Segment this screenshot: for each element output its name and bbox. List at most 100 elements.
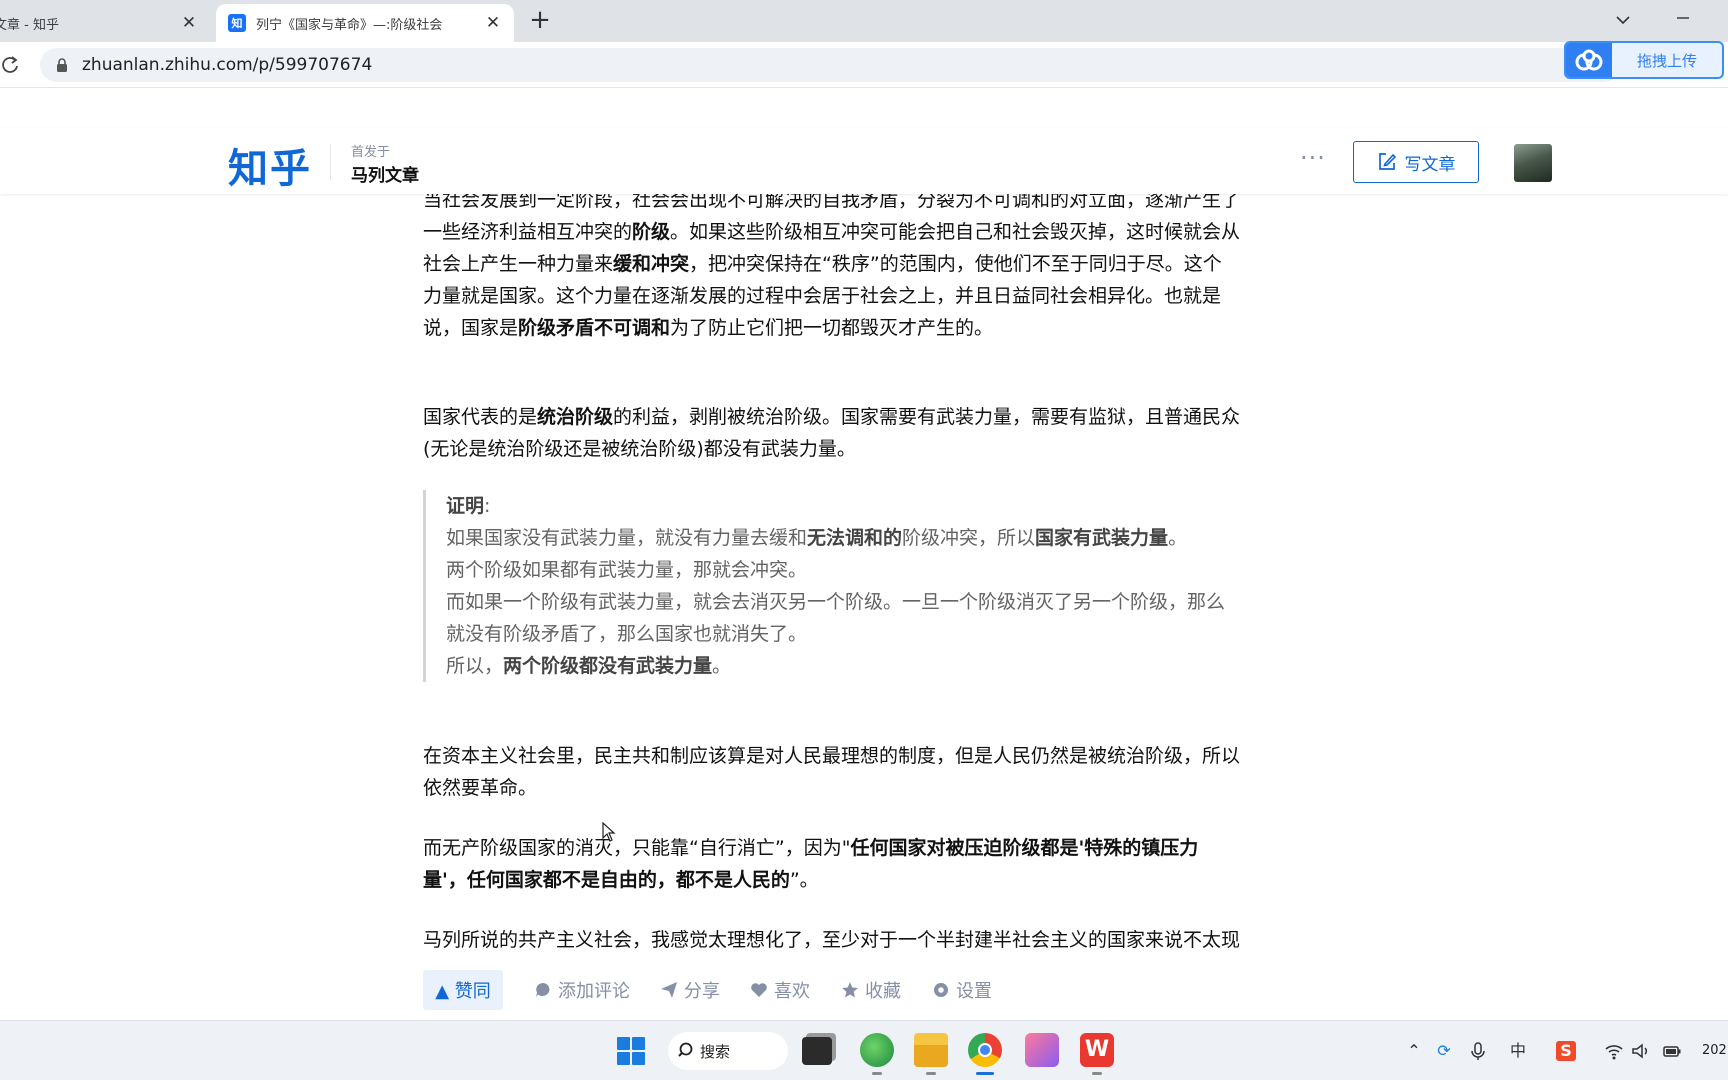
windows-taskbar: 搜索 W ⌃ ⟳ 中 S 202 [0, 1020, 1728, 1080]
more-options-icon[interactable]: ··· [1300, 144, 1326, 172]
sogou-ime-icon[interactable]: S [1556, 1041, 1576, 1061]
text-line: 国家代表的是统治阶级的利益，剥削被统治阶级。国家需要有武装力量，需要有监狱，且普… [423, 401, 1240, 433]
text-span: 的利益，剥削被统治阶级。国家需要有武装力量，需要有监狱，且普通民众 [613, 406, 1241, 428]
paragraph-state-origin: 当社会发展到一定阶段，社会会出现不可解决的自我矛盾，分裂为不可调和的对立面，逐渐… [423, 184, 1240, 344]
search-label: 搜索 [700, 1042, 731, 1061]
bold-text: 两个阶级都没有武装力量 [503, 655, 713, 677]
text-span: 为了防止它们把一切都毁灭才产生的。 [670, 317, 994, 339]
browser-tab-strip: 文章 - 知乎 ✕ 知 列宁《国家与革命》—:阶级社会 ✕ + [0, 0, 1728, 42]
text-line: 说，国家是阶级矛盾不可调和为了防止它们把一切都毁灭才产生的。 [423, 312, 1240, 344]
running-indicator [872, 1072, 882, 1075]
sync-icon[interactable]: ⟳ [1434, 1041, 1454, 1061]
bold-text: 阶级矛盾不可调和 [518, 317, 671, 339]
close-icon[interactable]: ✕ [482, 12, 504, 34]
text-line: 一些经济利益相互冲突的阶级。如果这些阶级相互冲突可能会把自己和社会毁灭掉，这时候… [423, 216, 1240, 248]
bold-text: 无法调和的 [807, 527, 903, 549]
user-avatar[interactable] [1514, 144, 1552, 182]
zhihu-favicon-icon: 知 [228, 14, 246, 32]
settings-label: 设置 [956, 981, 992, 1002]
text-line: (无论是统治阶级还是被统治阶级)都没有武装力量。 [423, 438, 856, 460]
zhihu-logo[interactable]: 知乎 [228, 136, 312, 194]
add-comment-button[interactable]: 添加评论 [534, 970, 630, 1010]
text-line: 力量就是国家。这个力量在逐渐发展的过程中会居于社会之上，并且日益同社会相异化。也… [423, 285, 1222, 307]
settings-button[interactable]: 设置 [932, 970, 992, 1010]
wps-office-icon[interactable]: W [1080, 1033, 1114, 1075]
tab-title: 列宁《国家与革命》—:阶级社会 [256, 17, 443, 33]
published-in-label: 首发于 [351, 145, 391, 160]
new-tab-plus-icon[interactable]: + [528, 7, 552, 34]
tab-current-article[interactable]: 知 列宁《国家与革命》—:阶级社会 ✕ [216, 4, 514, 42]
taskbar-search[interactable]: 搜索 [668, 1032, 788, 1070]
minimize-icon[interactable] [1672, 8, 1694, 28]
share-label: 分享 [684, 981, 720, 1002]
running-indicator [1092, 1072, 1102, 1075]
text-span: 。 [712, 655, 732, 677]
add-comment-label: 添加评论 [558, 981, 630, 1002]
text-span: : [484, 495, 491, 517]
browser-toolbar: zhuanlan.zhihu.com/p/599707674 [0, 42, 1728, 88]
collect-label: 收藏 [865, 981, 901, 1002]
extension-label: 拖拽上传 [1636, 51, 1697, 70]
address-bar[interactable]: zhuanlan.zhihu.com/p/599707674 [40, 48, 1620, 82]
text-span: 所以， [446, 655, 504, 677]
write-article-label: 写文章 [1404, 154, 1456, 175]
upvote-label: ▲ 赞同 [435, 981, 491, 1002]
text-span: ”。 [789, 869, 819, 891]
browser-360-icon[interactable] [860, 1033, 894, 1075]
text-line: 所以，两个阶级都没有武装力量。 [446, 650, 1285, 682]
text-span: 国家代表的是 [423, 406, 538, 428]
text-line: 如果国家没有武装力量，就没有力量去缓和无法调和的阶级冲突，所以国家有武装力量。 [446, 522, 1285, 554]
quote-heading: 证明: [446, 490, 1285, 522]
ime-indicator[interactable]: 中 [1508, 1041, 1528, 1061]
share-button[interactable]: 分享 [660, 970, 720, 1010]
bold-text: 阶级 [632, 221, 671, 243]
chevron-up-icon[interactable]: ⌃ [1404, 1041, 1424, 1061]
like-button[interactable]: 喜欢 [750, 970, 810, 1010]
tab-zhihu-articles[interactable]: 文章 - 知乎 ✕ [0, 4, 210, 42]
running-indicator [926, 1072, 936, 1075]
task-view-icon[interactable] [802, 1037, 832, 1065]
text-line: 就没有阶级矛盾了，那么国家也就消失了。 [446, 623, 808, 645]
heart-icon [751, 983, 767, 997]
star-icon [842, 982, 858, 998]
chevron-down-icon[interactable] [1612, 10, 1634, 30]
text-line: 依然要革命。 [423, 777, 538, 799]
gear-icon [934, 983, 948, 997]
microphone-icon[interactable] [1468, 1041, 1488, 1061]
reload-icon[interactable] [0, 54, 22, 76]
battery-icon[interactable] [1662, 1041, 1682, 1061]
share-icon [661, 982, 677, 998]
write-article-button[interactable]: 写文章 [1353, 141, 1479, 183]
url-text: zhuanlan.zhihu.com/p/599707674 [82, 55, 373, 75]
baidu-netdisk-logo-icon [1566, 43, 1612, 77]
text-span: ，把冲突保持在“秩序”的范围内，使他们不至于同归于尽。这个 [689, 253, 1222, 275]
volume-icon[interactable] [1630, 1041, 1650, 1061]
header-divider [330, 144, 331, 180]
paragraph-capitalism: 在资本主义社会里，民主共和制应该算是对人民最理想的制度，但是人民仍然是被统治阶级… [423, 740, 1240, 804]
clock-text: 202 [1702, 1043, 1727, 1058]
article-action-bar: ▲ 赞同 添加评论 分享 喜欢 收藏 设置 [0, 958, 1728, 1020]
bold-text: 量'，任何国家都不是自由的，都不是人民的 [423, 869, 790, 891]
bold-text: 缓和冲突 [613, 253, 690, 275]
text-span: 社会上产生一种力量来 [423, 253, 614, 275]
upvote-button[interactable]: ▲ 赞同 [423, 970, 503, 1010]
baidu-upload-extension-button[interactable]: 拖拽上传 [1564, 41, 1724, 79]
close-icon[interactable]: ✕ [178, 12, 200, 34]
chrome-icon[interactable] [968, 1033, 1002, 1075]
column-name-link[interactable]: 马列文章 [351, 161, 419, 186]
text-line: 社会上产生一种力量来缓和冲突，把冲突保持在“秩序”的范围内，使他们不至于同归于尽… [423, 248, 1240, 280]
file-explorer-icon[interactable] [914, 1033, 948, 1075]
collect-button[interactable]: 收藏 [841, 970, 901, 1010]
wifi-icon[interactable] [1604, 1041, 1624, 1061]
mouse-cursor-icon [602, 822, 616, 842]
chrome-center [978, 1043, 992, 1057]
lock-icon[interactable] [56, 58, 68, 72]
paragraph-withering-away: 而无产阶级国家的消灭，只能靠“自行消亡”，因为"任何国家对被压迫阶级都是'特殊的… [423, 832, 1198, 896]
store-app-icon[interactable] [1025, 1033, 1059, 1067]
text-span: 。如果这些阶级相互冲突可能会把自己和社会毁灭掉，这时候就会从 [670, 221, 1241, 243]
text-line: 在资本主义社会里，民主共和制应该算是对人民最理想的制度，但是人民仍然是被统治阶级… [423, 745, 1241, 767]
windows-start-icon[interactable] [617, 1037, 645, 1065]
running-indicator [976, 1072, 994, 1075]
text-span: 而无产阶级国家的消灭，只能靠“自行消亡”，因为" [423, 837, 851, 859]
bold-text: 国家有武装力量 [1035, 527, 1169, 549]
